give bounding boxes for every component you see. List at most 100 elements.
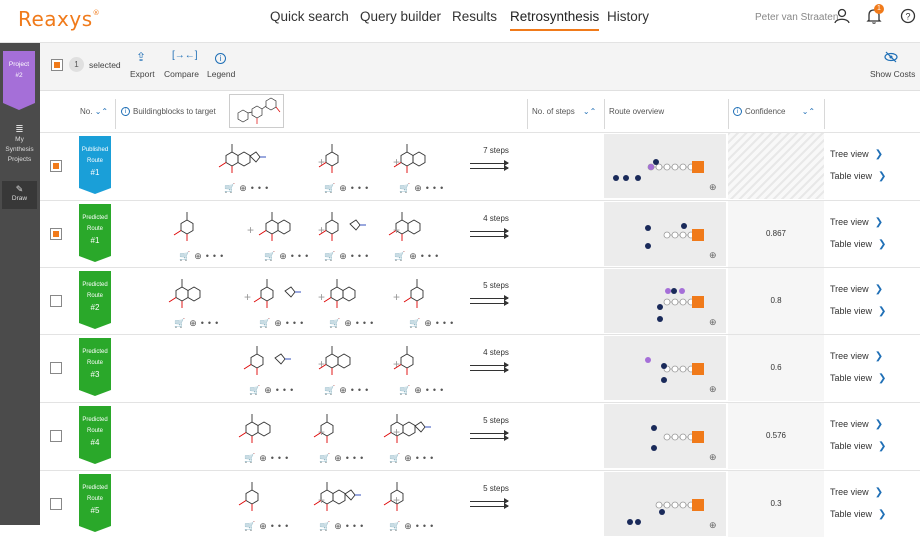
more-icon[interactable]: ••• bbox=[201, 318, 222, 328]
my-synthesis-projects[interactable]: ≣ My Synthesis Projects bbox=[2, 125, 37, 165]
building-block-molecule[interactable] bbox=[160, 270, 220, 319]
route-checkbox[interactable] bbox=[50, 430, 62, 442]
tree-view-link[interactable]: Tree view ❯ bbox=[830, 149, 883, 160]
cart-icon[interactable]: 🛒 bbox=[409, 318, 424, 328]
cart-icon[interactable]: 🛒 bbox=[399, 385, 414, 395]
cart-icon[interactable]: 🛒 bbox=[329, 318, 344, 328]
cart-icon[interactable]: 🛒 bbox=[389, 521, 404, 531]
route-checkbox[interactable] bbox=[50, 228, 62, 240]
table-view-link[interactable]: Table view ❯ bbox=[830, 171, 886, 182]
more-icon[interactable]: ••• bbox=[291, 251, 312, 261]
table-view-link[interactable]: Table view ❯ bbox=[830, 441, 886, 452]
more-icon[interactable]: ••• bbox=[346, 453, 367, 463]
cart-icon[interactable]: 🛒 bbox=[389, 453, 404, 463]
legend-info-icon[interactable]: i bbox=[215, 51, 229, 65]
more-icon[interactable]: ••• bbox=[436, 318, 457, 328]
nav-retrosynthesis[interactable]: Retrosynthesis bbox=[510, 0, 600, 31]
export-icon[interactable]: ⇪ bbox=[136, 50, 146, 64]
nav-results[interactable]: Results bbox=[452, 0, 497, 42]
more-icon[interactable]: ••• bbox=[416, 453, 437, 463]
building-block-molecule[interactable] bbox=[230, 473, 290, 522]
zoom-icon[interactable]: ⊕ bbox=[339, 251, 351, 261]
building-block-molecule[interactable] bbox=[305, 405, 365, 454]
table-view-link[interactable]: Table view ❯ bbox=[830, 373, 886, 384]
route-overview-graph[interactable]: ⊕ bbox=[604, 134, 726, 198]
cart-icon[interactable]: 🛒 bbox=[324, 251, 339, 261]
route-checkbox[interactable] bbox=[50, 160, 62, 172]
zoom-icon[interactable]: ⊕ bbox=[239, 183, 251, 193]
show-costs-button[interactable]: Show Costs bbox=[870, 69, 915, 79]
tree-view-link[interactable]: Tree view ❯ bbox=[830, 284, 883, 295]
draw-nav[interactable]: ✎ Draw bbox=[2, 181, 37, 209]
table-view-link[interactable]: Table view ❯ bbox=[830, 306, 886, 317]
tree-view-link[interactable]: Tree view ❯ bbox=[830, 351, 883, 362]
more-icon[interactable]: ••• bbox=[351, 251, 372, 261]
cart-icon[interactable]: 🛒 bbox=[264, 251, 279, 261]
cart-icon[interactable]: 🛒 bbox=[324, 183, 339, 193]
table-view-link[interactable]: Table view ❯ bbox=[830, 509, 886, 520]
more-icon[interactable]: ••• bbox=[356, 318, 377, 328]
more-icon[interactable]: ••• bbox=[426, 385, 447, 395]
building-block-molecule[interactable] bbox=[235, 337, 295, 386]
zoom-icon[interactable]: ⊕ bbox=[339, 385, 351, 395]
nav-query-builder[interactable]: Query builder bbox=[360, 0, 441, 42]
zoom-icon[interactable]: ⊕ bbox=[279, 251, 291, 261]
cart-icon[interactable]: 🛒 bbox=[244, 521, 259, 531]
zoom-icon[interactable]: ⊕ bbox=[409, 251, 421, 261]
tree-view-link[interactable]: Tree view ❯ bbox=[830, 217, 883, 228]
building-block-molecule[interactable] bbox=[395, 270, 455, 319]
more-icon[interactable]: ••• bbox=[276, 385, 297, 395]
more-icon[interactable]: ••• bbox=[421, 251, 442, 261]
more-icon[interactable]: ••• bbox=[351, 183, 372, 193]
overview-zoom-icon[interactable]: ⊕ bbox=[709, 250, 717, 261]
col-steps[interactable]: No. of steps ⌄⌃ bbox=[532, 93, 596, 131]
cart-icon[interactable]: 🛒 bbox=[324, 385, 339, 395]
nav-history[interactable]: History bbox=[607, 0, 649, 42]
zoom-icon[interactable]: ⊕ bbox=[414, 183, 426, 193]
help-icon[interactable]: ? bbox=[898, 6, 918, 26]
overview-zoom-icon[interactable]: ⊕ bbox=[709, 520, 717, 531]
building-block-molecule[interactable] bbox=[210, 135, 270, 184]
route-overview-graph[interactable]: ⊕ bbox=[604, 269, 726, 333]
cart-icon[interactable]: 🛒 bbox=[174, 318, 189, 328]
overview-zoom-icon[interactable]: ⊕ bbox=[709, 182, 717, 193]
zoom-icon[interactable]: ⊕ bbox=[259, 521, 271, 531]
eye-off-icon[interactable] bbox=[884, 51, 898, 66]
more-icon[interactable]: ••• bbox=[351, 385, 372, 395]
cart-icon[interactable]: 🛒 bbox=[399, 183, 414, 193]
building-block-molecule[interactable] bbox=[245, 270, 305, 319]
route-overview-graph[interactable]: ⊕ bbox=[604, 336, 726, 400]
building-block-molecule[interactable] bbox=[375, 405, 435, 454]
zoom-icon[interactable]: ⊕ bbox=[189, 318, 201, 328]
table-view-link[interactable]: Table view ❯ bbox=[830, 239, 886, 250]
route-overview-graph[interactable]: ⊕ bbox=[604, 202, 726, 266]
col-confidence[interactable]: i Confidence ⌄⌃ bbox=[733, 93, 815, 131]
zoom-icon[interactable]: ⊕ bbox=[424, 318, 436, 328]
more-icon[interactable]: ••• bbox=[286, 318, 307, 328]
building-block-molecule[interactable] bbox=[375, 473, 435, 522]
project-tab[interactable]: Project #2 bbox=[3, 51, 35, 110]
more-icon[interactable]: ••• bbox=[426, 183, 447, 193]
zoom-icon[interactable]: ⊕ bbox=[334, 453, 346, 463]
overview-zoom-icon[interactable]: ⊕ bbox=[709, 384, 717, 395]
reaxys-logo[interactable]: Reaxys® bbox=[18, 7, 100, 31]
route-checkbox[interactable] bbox=[50, 295, 62, 307]
zoom-icon[interactable]: ⊕ bbox=[274, 318, 286, 328]
route-checkbox[interactable] bbox=[50, 362, 62, 374]
legend-button[interactable]: Legend bbox=[207, 69, 235, 79]
export-button[interactable]: Export bbox=[130, 69, 155, 79]
overview-zoom-icon[interactable]: ⊕ bbox=[709, 452, 717, 463]
cart-icon[interactable]: 🛒 bbox=[224, 183, 239, 193]
cart-icon[interactable]: 🛒 bbox=[319, 521, 334, 531]
more-icon[interactable]: ••• bbox=[251, 183, 272, 193]
user-icon[interactable] bbox=[832, 6, 852, 26]
zoom-icon[interactable]: ⊕ bbox=[404, 521, 416, 531]
target-molecule-thumbnail[interactable] bbox=[229, 94, 284, 128]
more-icon[interactable]: ••• bbox=[416, 521, 437, 531]
route-overview-graph[interactable]: ⊕ bbox=[604, 404, 726, 468]
cart-icon[interactable]: 🛒 bbox=[394, 251, 409, 261]
building-block-molecule[interactable] bbox=[380, 203, 440, 252]
cart-icon[interactable]: 🛒 bbox=[244, 453, 259, 463]
route-overview-graph[interactable]: ⊕ bbox=[604, 472, 726, 536]
building-block-molecule[interactable] bbox=[250, 203, 310, 252]
